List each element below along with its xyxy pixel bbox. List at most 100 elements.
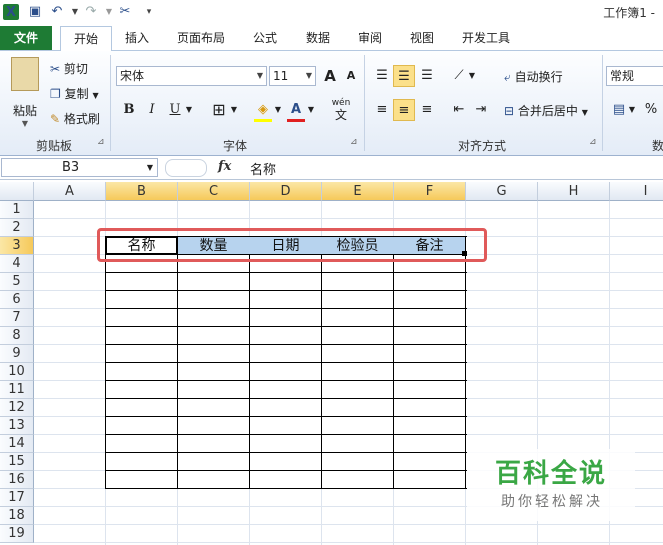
align-center-button[interactable]: ≡ [393,99,415,121]
grow-font-button[interactable]: A [319,65,341,87]
table-border-horizontal [105,290,467,291]
align-middle-button[interactable]: ☰ [393,65,415,87]
row-header-6[interactable]: 6 [0,291,34,309]
tools-icon[interactable]: ✂ [116,3,134,21]
formula-bar: B3 ▼ fx 名称 [0,157,663,180]
orientation-dropdown-icon[interactable]: ▼ [466,65,478,87]
table-border-vertical [393,236,394,489]
align-left-button[interactable]: ≡ [371,99,393,121]
tab-view[interactable]: 视图 [402,26,442,50]
increase-indent-button[interactable]: ⇥ [470,99,492,121]
row-header-12[interactable]: 12 [0,399,34,417]
merge-center-label: 合并后居中 [517,104,578,118]
column-header-g[interactable]: G [466,182,538,201]
column-header-c[interactable]: C [178,182,250,201]
italic-icon: I [149,102,155,117]
table-border-vertical [105,236,106,489]
align-right-button[interactable]: ≡ [416,99,438,121]
row-header-11[interactable]: 11 [0,381,34,399]
tab-file[interactable]: 文件 [0,26,52,50]
bold-button[interactable]: B [118,99,140,121]
column-header-d[interactable]: D [250,182,322,201]
wrap-text-button[interactable]: ⤶ 自动换行 [504,68,563,85]
clipboard-launcher-icon[interactable]: ⊿ [97,137,105,147]
phonetic-button[interactable]: wén 文 [327,97,355,121]
tab-review[interactable]: 审阅 [350,26,390,50]
accounting-dropdown-icon[interactable]: ▼ [626,99,638,121]
column-header-i[interactable]: I [610,182,663,201]
row-header-10[interactable]: 10 [0,363,34,381]
select-all-corner[interactable] [0,182,34,201]
row-header-1[interactable]: 1 [0,201,34,219]
customize-toolbar-icon[interactable]: ▾ [140,3,158,21]
merge-dropdown-icon: ▼ [581,108,588,117]
save-icon[interactable]: ▣ [26,3,44,21]
tab-page-layout[interactable]: 页面布局 [170,26,232,50]
font-size-select[interactable]: 11 ▼ [269,66,316,86]
row-header-14[interactable]: 14 [0,435,34,453]
paste-label: 粘贴 [12,104,37,118]
number-format-select[interactable]: 常规 [606,66,663,86]
tab-insert[interactable]: 插入 [118,26,156,50]
align-bottom-button[interactable]: ☰ [416,65,438,87]
column-header-b[interactable]: B [106,182,178,201]
insert-function-button[interactable]: fx [218,159,231,174]
font-launcher-icon[interactable]: ⊿ [350,137,358,147]
italic-button[interactable]: I [141,99,163,121]
row-header-18[interactable]: 18 [0,507,34,525]
text-orientation-icon: ⟋ [454,68,464,83]
font-color-dropdown-icon[interactable]: ▼ [305,99,317,121]
merge-center-button[interactable]: ⊟ 合并后居中 ▼ [504,102,588,119]
paste-button[interactable]: 粘贴 ▼ [8,57,42,128]
row-header-9[interactable]: 9 [0,345,34,363]
row-header-8[interactable]: 8 [0,327,34,345]
align-right-icon: ≡ [421,102,433,117]
cut-button[interactable]: ✂ 剪切 [50,60,88,77]
column-header-a[interactable]: A [34,182,106,201]
fill-color-button[interactable]: ◈ [252,99,274,121]
row-header-19[interactable]: 19 [0,525,34,543]
format-painter-button[interactable]: ✎ 格式刷 [50,110,100,127]
row-header-3[interactable]: 3 [0,237,34,255]
row-header-16[interactable]: 16 [0,471,34,489]
row-header-13[interactable]: 13 [0,417,34,435]
tab-home[interactable]: 开始 [60,26,112,52]
font-family-select[interactable]: 宋体 ▼ [116,66,267,86]
alignment-launcher-icon[interactable]: ⊿ [589,137,597,147]
column-header-e[interactable]: E [322,182,394,201]
decrease-indent-button[interactable]: ⇤ [448,99,470,121]
tab-data[interactable]: 数据 [298,26,338,50]
copy-button[interactable]: ❐ 复制 ▼ [50,85,99,102]
name-box[interactable]: B3 ▼ [1,158,158,177]
ribbon-tabs: 文件 开始 插入 页面布局 公式 数据 审阅 视图 开发工具 [0,26,663,52]
grow-font-icon: A [324,67,336,85]
tab-formulas[interactable]: 公式 [245,26,285,50]
row-header-5[interactable]: 5 [0,273,34,291]
row-header-17[interactable]: 17 [0,489,34,507]
tab-developer[interactable]: 开发工具 [455,26,517,50]
row-header-15[interactable]: 15 [0,453,34,471]
borders-button[interactable]: ⊞ [208,99,230,121]
underline-dropdown-icon[interactable]: ▼ [183,99,195,121]
undo-icon[interactable]: ↶ [48,3,66,21]
align-left-icon: ≡ [376,102,388,117]
percent-button[interactable]: % [640,99,662,121]
row-header-7[interactable]: 7 [0,309,34,327]
font-color-button[interactable]: A [285,99,307,121]
shrink-font-button[interactable]: A [340,65,362,87]
row-header-2[interactable]: 2 [0,219,34,237]
formula-bar-splitter[interactable] [165,159,207,177]
formula-input[interactable]: 名称 [250,159,276,178]
fill-color-dropdown-icon[interactable]: ▼ [272,99,284,121]
clipboard-icon [11,57,39,91]
column-header-h[interactable]: H [538,182,610,201]
align-top-button[interactable]: ☰ [371,65,393,87]
fill-color-swatch [254,119,272,122]
group-label-alignment: 对齐方式 [457,139,506,153]
row-header-4[interactable]: 4 [0,255,34,273]
redo-icon[interactable]: ↷ [82,3,100,21]
scissors-icon: ✂ [50,62,61,76]
column-header-f[interactable]: F [394,182,466,201]
font-family-value: 宋体 [120,69,145,83]
borders-dropdown-icon[interactable]: ▼ [228,99,240,121]
